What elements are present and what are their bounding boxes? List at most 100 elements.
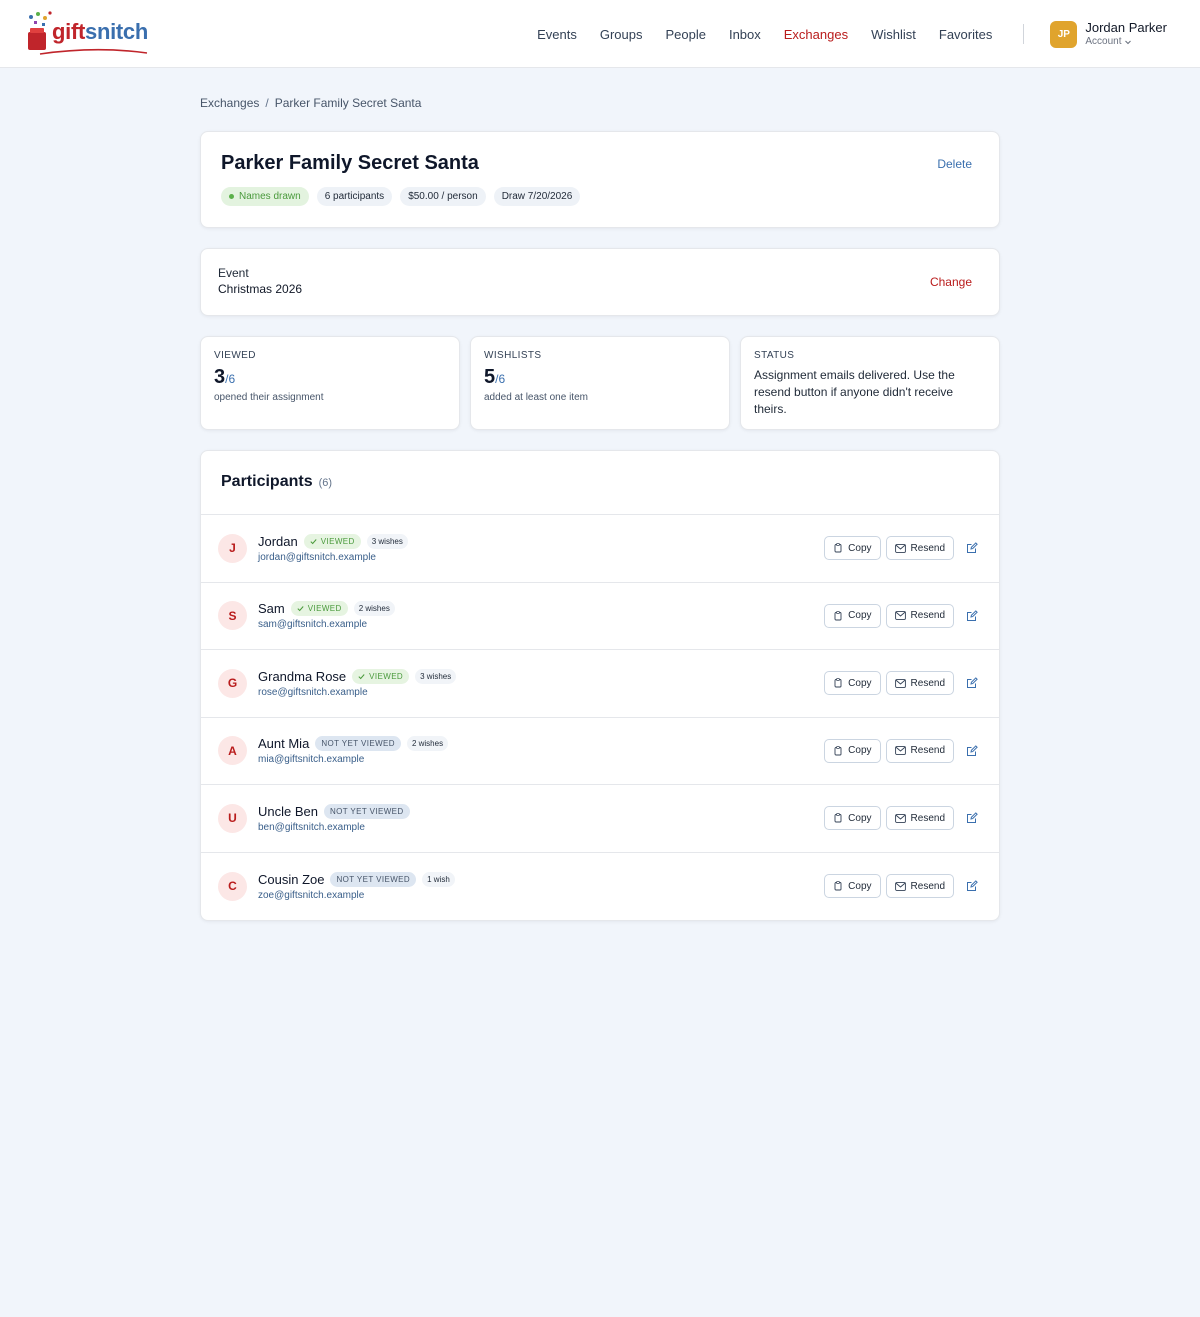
resend-email-button[interactable]: Resend xyxy=(885,806,954,831)
edit-icon xyxy=(967,609,978,621)
participants-chip: 6 participants xyxy=(316,187,393,206)
copy-link-button[interactable]: Copy xyxy=(824,603,881,628)
nav-divider xyxy=(1023,24,1025,44)
clipboard-icon xyxy=(834,745,842,756)
participant-name: Grandma Rose xyxy=(258,668,347,684)
participant-avatar: S xyxy=(218,601,247,631)
view-status-text: VIEWED xyxy=(320,536,355,546)
copy-link-button[interactable]: Copy xyxy=(824,738,881,763)
participants-title: Participants xyxy=(221,473,313,490)
wishes-count-badge: 1 wish xyxy=(422,871,455,887)
copy-link-label: Copy xyxy=(848,677,872,689)
clipboard-icon xyxy=(834,813,842,823)
resend-email-button[interactable]: Resend xyxy=(885,738,954,763)
participant-initial: C xyxy=(228,879,237,894)
page-title: Parker Family Secret Santa xyxy=(221,152,479,174)
viewed-stat-sub: opened their assignment xyxy=(214,392,324,403)
participants-card: Participants (6) J Jordan VIEWED 3 wishes… xyxy=(200,450,1000,921)
mail-icon xyxy=(894,678,906,688)
breadcrumb: Exchanges / Parker Family Secret Santa xyxy=(200,96,1000,110)
participant-initial: J xyxy=(229,541,236,556)
view-status-text: VIEWED xyxy=(369,671,404,681)
copy-link-button[interactable]: Copy xyxy=(824,874,881,899)
wishes-count-badge: 3 wishes xyxy=(415,668,457,684)
change-event-button[interactable]: Change xyxy=(930,275,972,289)
edit-icon xyxy=(967,880,978,892)
participant-initial: S xyxy=(228,608,237,623)
view-status-badge: VIEWED xyxy=(290,601,348,617)
participant-name: Aunt Mia xyxy=(258,736,310,752)
mail-icon xyxy=(894,611,906,621)
resend-email-button[interactable]: Resend xyxy=(885,603,954,628)
mail-icon xyxy=(894,813,906,823)
nav-events[interactable]: Events xyxy=(537,27,577,42)
resend-email-button[interactable]: Resend xyxy=(885,671,954,696)
viewed-stat-card: VIEWED 3/6 opened their assignment xyxy=(200,336,460,430)
stats-row: VIEWED 3/6 opened their assignment WISHL… xyxy=(200,336,1000,430)
exchange-header-card: Parker Family Secret Santa Delete Names … xyxy=(200,131,1000,228)
viewed-stat-denominator: /6 xyxy=(225,372,236,386)
resend-email-button[interactable]: Resend xyxy=(885,874,954,899)
resend-email-button[interactable]: Resend xyxy=(885,536,954,561)
event-card: Event Christmas 2026 Change xyxy=(200,248,1000,316)
nav-groups[interactable]: Groups xyxy=(600,27,643,42)
status-stat-card: STATUS Assignment emails delivered. Use … xyxy=(740,336,1000,430)
participant-name: Uncle Ben xyxy=(258,803,318,819)
participant-avatar: C xyxy=(218,871,247,901)
copy-link-label: Copy xyxy=(848,542,872,554)
wishlists-stat-label: WISHLISTS xyxy=(484,350,542,361)
participant-email: rose@giftsnitch.example xyxy=(258,686,368,698)
participant-avatar: A xyxy=(218,736,247,766)
wishes-count-badge: 2 wishes xyxy=(406,736,449,752)
clipboard-icon xyxy=(834,610,842,621)
edit-participant-button[interactable] xyxy=(962,538,982,558)
nav-wishlist[interactable]: Wishlist xyxy=(871,27,916,42)
status-badge: Names drawn xyxy=(221,187,309,206)
resend-email-label: Resend xyxy=(910,812,945,824)
participant-name: Cousin Zoe xyxy=(258,871,325,887)
copy-link-button[interactable]: Copy xyxy=(824,671,881,696)
view-status-badge: VIEWED xyxy=(303,533,361,549)
edit-participant-button[interactable] xyxy=(962,606,982,626)
wishes-count-badge: 3 wishes xyxy=(366,533,408,549)
draw-date-chip: Draw 7/20/2026 xyxy=(493,187,581,206)
clipboard-icon xyxy=(834,678,842,688)
brand-name-part2: snitch xyxy=(85,19,149,44)
participant-initial: U xyxy=(228,811,237,826)
nav-exchanges[interactable]: Exchanges xyxy=(784,27,848,42)
nav-inbox[interactable]: Inbox xyxy=(729,27,761,42)
nav-favorites[interactable]: Favorites xyxy=(939,27,992,42)
account-menu[interactable]: JP Jordan Parker Account xyxy=(1050,20,1167,48)
participant-initial: A xyxy=(228,743,237,758)
copy-link-button[interactable]: Copy xyxy=(824,806,881,831)
edit-participant-button[interactable] xyxy=(962,808,982,828)
resend-email-label: Resend xyxy=(910,610,945,622)
brand-name-part1: gift xyxy=(52,19,86,44)
view-status-badge: NOT YET VIEWED xyxy=(323,803,410,819)
resend-email-label: Resend xyxy=(910,880,945,892)
breadcrumb-separator: / xyxy=(265,96,269,110)
viewed-stat-label: VIEWED xyxy=(214,350,256,361)
participant-row-1: J Jordan VIEWED 3 wishes jordan@giftsnit… xyxy=(201,515,999,583)
participant-avatar: U xyxy=(218,803,247,833)
edit-participant-button[interactable] xyxy=(962,673,982,693)
edit-participant-button[interactable] xyxy=(962,741,982,761)
participant-avatar: G xyxy=(218,668,247,698)
status-stat-text: Assignment emails delivered. Use the res… xyxy=(754,368,955,416)
participant-email: ben@giftsnitch.example xyxy=(258,821,365,833)
exchange-chips: Names drawn 6 participants $50.00 / pers… xyxy=(221,187,979,206)
edit-icon xyxy=(967,677,978,689)
delete-button[interactable]: Delete xyxy=(937,157,972,171)
copy-link-label: Copy xyxy=(848,880,872,892)
nav-people[interactable]: People xyxy=(665,27,705,42)
wishlists-stat-value: 5 xyxy=(484,366,496,388)
participant-initial: G xyxy=(227,676,238,691)
edit-participant-button[interactable] xyxy=(962,876,982,896)
resend-email-label: Resend xyxy=(910,745,945,757)
participant-name: Jordan xyxy=(258,533,298,549)
breadcrumb-exchanges-link[interactable]: Exchanges xyxy=(200,96,259,110)
status-stat-label: STATUS xyxy=(754,350,795,361)
copy-link-label: Copy xyxy=(848,812,872,824)
edit-icon xyxy=(967,744,978,756)
copy-link-button[interactable]: Copy xyxy=(824,536,881,561)
